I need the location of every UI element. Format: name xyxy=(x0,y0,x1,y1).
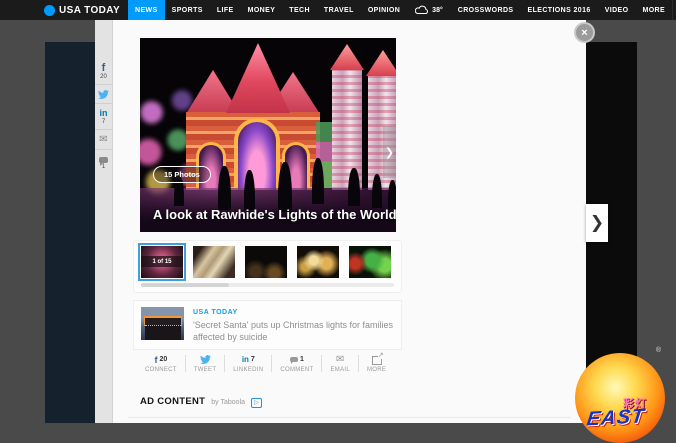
gallery-lightbox-panel: ❯ 15 Photos A look at Rawhide's Lights o… xyxy=(113,20,586,423)
connect-label: CONNECT xyxy=(145,367,177,373)
facebook-count: 20 xyxy=(100,74,107,80)
thumbnail-scrollbar-thumb[interactable] xyxy=(141,283,229,287)
more-share-button[interactable]: MORE xyxy=(359,354,394,373)
nav-tab-more[interactable]: MORE xyxy=(635,0,672,20)
position-badge: 1 of 15 xyxy=(141,256,183,267)
usatoday-ball-icon xyxy=(44,5,55,16)
nav-tab-travel[interactable]: TRAVEL xyxy=(317,0,361,20)
comments-button[interactable]: 1 xyxy=(95,149,112,174)
more-label: MORE xyxy=(367,367,386,373)
facebook-icon: f xyxy=(154,355,157,365)
nav-tab-tech[interactable]: TECH xyxy=(282,0,317,20)
social-share-rail: f 20 in 7 ✉ 1 xyxy=(95,20,113,423)
nav-tab-elections[interactable]: ELECTIONS 2016 xyxy=(521,0,598,20)
linkedin-share-button[interactable]: in 7 xyxy=(95,103,112,129)
gallery-hero-photo[interactable]: ❯ 15 Photos A look at Rawhide's Lights o… xyxy=(140,38,396,232)
nav-icon-group xyxy=(672,0,676,20)
nav-tab-opinion[interactable]: OPINION xyxy=(361,0,407,20)
linkedin-button[interactable]: in 7 LINKEDIN xyxy=(225,354,271,373)
connect-button[interactable]: f 20 CONNECT xyxy=(137,354,185,373)
ad-content-header: AD CONTENT by Taboola ▷ xyxy=(140,396,262,408)
linkedin-icon: in xyxy=(100,109,108,118)
twitter-icon xyxy=(200,355,211,364)
share-bar: f 20 CONNECT TWEET xyxy=(137,354,394,373)
photo-count-badge[interactable]: 15 Photos xyxy=(153,166,211,183)
nav-tab-video[interactable]: VIDEO xyxy=(598,0,636,20)
weather-temp: 38° xyxy=(432,7,443,14)
nav-tab-sports[interactable]: SPORTS xyxy=(165,0,210,20)
twitter-share-button[interactable] xyxy=(95,84,112,103)
linkedin-count: 7 xyxy=(102,119,105,125)
thumbnail-3[interactable] xyxy=(245,246,287,278)
east-wordmark: EAST xyxy=(585,406,646,432)
search-button[interactable] xyxy=(672,0,676,20)
facebook-share-button[interactable]: f 20 xyxy=(95,58,112,84)
thumbnail-strip: 1 of 15 xyxy=(133,240,402,293)
related-story-image xyxy=(141,307,184,340)
email-button[interactable]: ✉ EMAIL xyxy=(322,354,358,373)
thumbnail-4[interactable] xyxy=(297,246,339,278)
related-story-headline: 'Secret Santa' puts up Christmas lights … xyxy=(193,319,394,343)
tweet-button[interactable]: TWEET xyxy=(186,354,225,373)
thumbnail-1[interactable]: 1 of 15 xyxy=(141,246,183,278)
connect-count: 20 xyxy=(159,356,167,363)
nav-tab-crosswords[interactable]: CROSSWORDS xyxy=(451,0,521,20)
carousel-next-arrow[interactable]: ❯ xyxy=(383,126,396,178)
nav-tab-life[interactable]: LIFE xyxy=(210,0,241,20)
comment-count: 1 xyxy=(300,356,304,363)
related-story-source: USA TODAY xyxy=(193,309,394,316)
comment-label: COMMENT xyxy=(280,367,313,373)
linkedin-count: 7 xyxy=(251,356,255,363)
thumbnail-5[interactable] xyxy=(349,246,391,278)
page: USA TODAY NEWS SPORTS LIFE MONEY TECH TR… xyxy=(0,0,676,423)
email-label: EMAIL xyxy=(330,367,350,373)
comment-button[interactable]: 1 COMMENT xyxy=(272,354,321,373)
registered-mark: ® xyxy=(656,347,661,354)
ad-content-title: AD CONTENT xyxy=(140,396,205,407)
dimmed-backdrop[interactable]: f 20 in 7 ✉ 1 xyxy=(0,20,676,423)
top-nav: USA TODAY NEWS SPORTS LIFE MONEY TECH TR… xyxy=(0,0,676,20)
thumbnail-scrollbar-track[interactable] xyxy=(141,283,394,287)
email-share-button[interactable]: ✉ xyxy=(95,129,112,149)
linkedin-icon: in xyxy=(242,355,249,364)
facebook-icon: f xyxy=(102,63,106,73)
email-icon: ✉ xyxy=(99,135,107,145)
twitter-icon xyxy=(98,90,109,99)
related-story[interactable]: USA TODAY 'Secret Santa' puts up Christm… xyxy=(133,300,402,350)
background-left-column xyxy=(45,42,95,423)
share-box-icon xyxy=(372,356,382,365)
nav-tab-money[interactable]: MONEY xyxy=(241,0,283,20)
thumbnail-2[interactable] xyxy=(193,246,235,278)
email-icon: ✉ xyxy=(336,355,344,365)
cloud-icon xyxy=(415,5,429,15)
usatoday-logo[interactable]: USA TODAY xyxy=(44,0,128,20)
weather-widget[interactable]: 38° xyxy=(407,0,451,20)
taboola-icon[interactable]: ▷ xyxy=(251,398,262,408)
tweet-label: TWEET xyxy=(194,367,217,373)
comment-icon xyxy=(99,157,108,163)
usatoday-wordmark: USA TODAY xyxy=(59,5,120,16)
linkedin-label: LINKEDIN xyxy=(233,367,263,373)
next-gallery-button[interactable]: ❯ xyxy=(586,204,608,242)
section-divider xyxy=(128,417,571,418)
close-lightbox-button[interactable]: × xyxy=(574,22,595,43)
east-lanterns-ad[interactable]: ® 东 彩灯 EAST xyxy=(575,335,667,430)
gallery-title: A look at Rawhide's Lights of the World xyxy=(153,207,396,224)
taboola-attribution[interactable]: by Taboola xyxy=(211,399,245,406)
nav-tab-news[interactable]: NEWS xyxy=(128,0,165,20)
photo-art-cathedral xyxy=(226,43,290,113)
comment-icon xyxy=(290,357,298,362)
